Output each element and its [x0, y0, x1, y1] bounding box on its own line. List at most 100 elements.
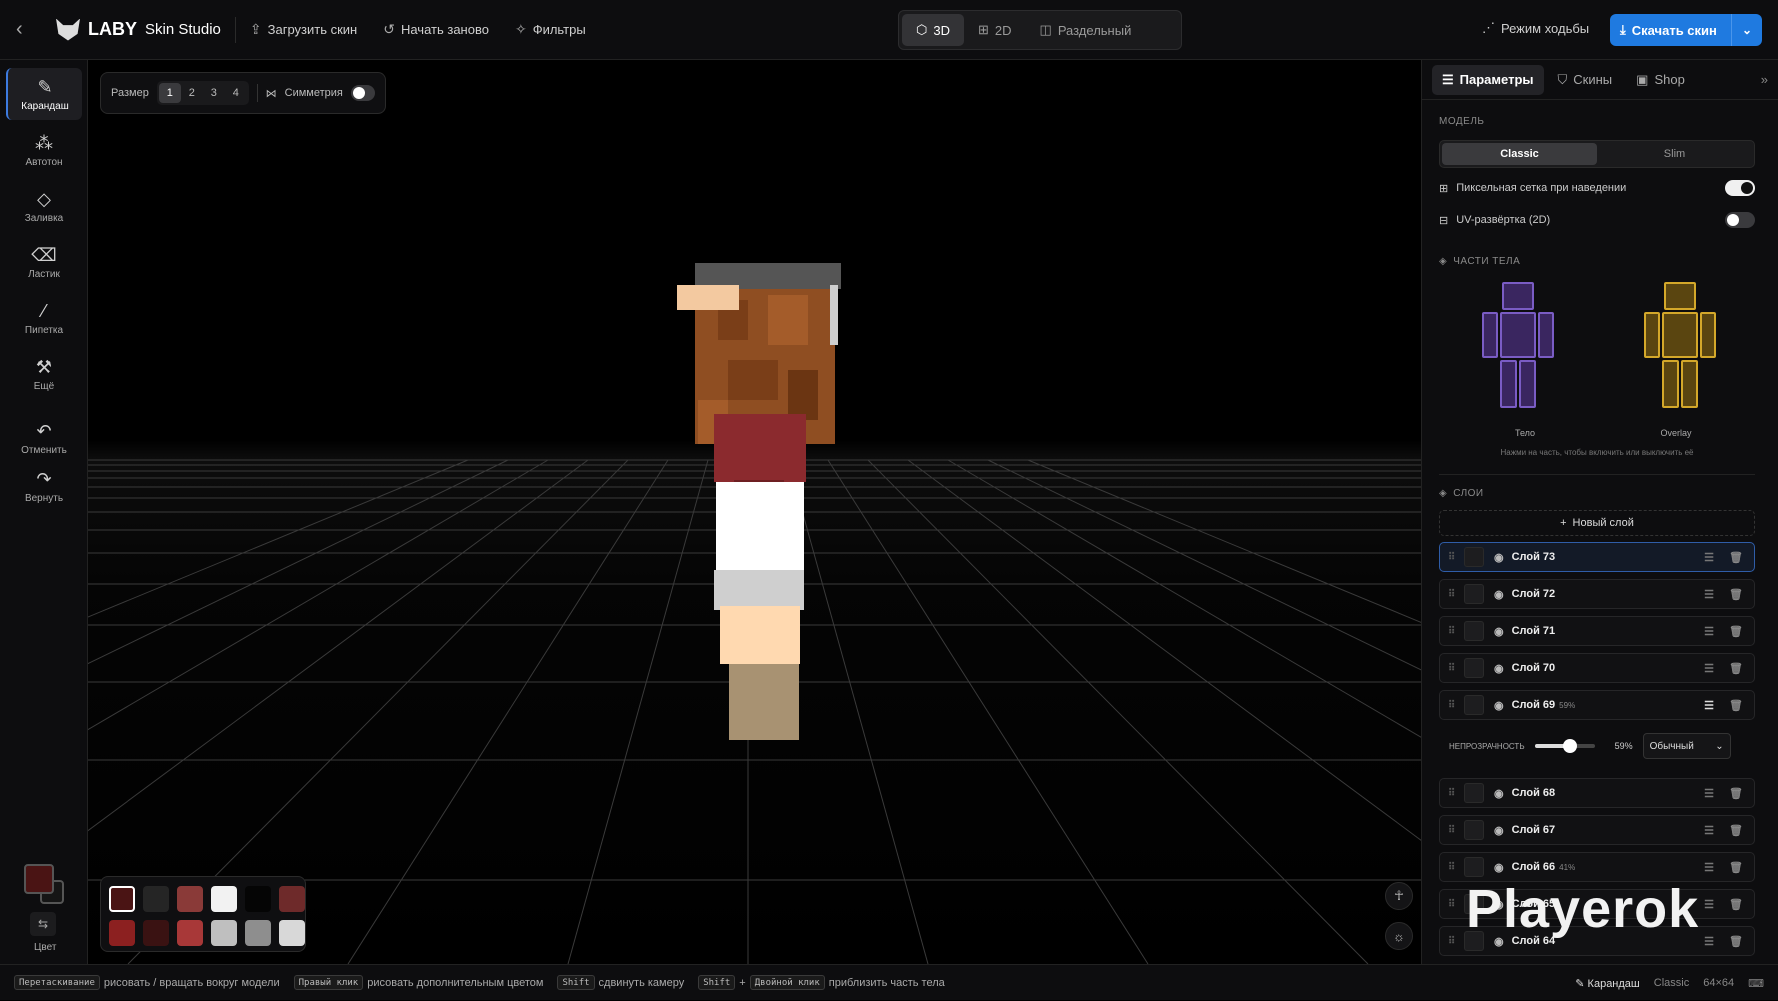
walk-mode-button[interactable]: ⋰ Режим ходьбы: [1482, 20, 1589, 36]
model-slim-option[interactable]: Slim: [1597, 143, 1752, 165]
palette-swatch[interactable]: [245, 886, 271, 912]
download-skin-button[interactable]: ⤓ Скачать скин ⌄: [1610, 14, 1762, 46]
eye-icon[interactable]: ◉: [1494, 588, 1504, 601]
layer-row[interactable]: ⠿ ◉ Слой 72 ☰ 🗑: [1439, 579, 1755, 609]
lighting-icon[interactable]: ☼: [1385, 922, 1413, 950]
pixel-grid-toggle[interactable]: [1725, 180, 1755, 196]
trash-icon[interactable]: 🗑: [1726, 898, 1746, 911]
palette-swatch[interactable]: [279, 920, 305, 946]
undo-button[interactable]: ↶ Отменить: [6, 416, 82, 460]
3d-viewport[interactable]: Размер 1 2 3 4 ⋈ Симметрия ☥ ☼: [88, 60, 1421, 964]
sliders-icon[interactable]: ☰: [1704, 588, 1714, 601]
view-2d-button[interactable]: ⊞ 2D: [964, 14, 1026, 46]
overlay-part-right-leg[interactable]: [1662, 360, 1679, 408]
upload-skin-button[interactable]: ⇪ Загрузить скин: [250, 21, 357, 38]
sliders-icon[interactable]: ☰: [1704, 824, 1714, 837]
model-classic-option[interactable]: Classic: [1442, 143, 1597, 165]
collapse-panel-icon[interactable]: »: [1761, 72, 1768, 87]
overlay-part-left-leg[interactable]: [1681, 360, 1698, 408]
tool-pencil[interactable]: ✎ Карандаш: [6, 68, 82, 120]
trash-icon[interactable]: 🗑: [1726, 551, 1746, 564]
body-figure[interactable]: [1474, 282, 1554, 422]
palette-swatch[interactable]: [109, 886, 135, 912]
chevron-down-icon[interactable]: ⌄: [1732, 23, 1762, 37]
trash-icon[interactable]: 🗑: [1726, 861, 1746, 874]
tool-autotone[interactable]: ⁂ Автотон: [6, 124, 82, 176]
tab-skins[interactable]: ⛉ Скины: [1548, 65, 1623, 95]
layer-row[interactable]: ⠿ ◉ Слой 73 ☰ 🗑: [1439, 542, 1755, 572]
palette-swatch[interactable]: [211, 886, 237, 912]
palette-swatch[interactable]: [279, 886, 305, 912]
trash-icon[interactable]: 🗑: [1726, 935, 1746, 948]
size-option-2[interactable]: 2: [181, 83, 203, 103]
drag-handle-icon[interactable]: ⠿: [1448, 663, 1462, 674]
palette-swatch[interactable]: [211, 920, 237, 946]
filters-button[interactable]: ✧ Фильтры: [515, 21, 586, 38]
eye-icon[interactable]: ◉: [1494, 824, 1504, 837]
size-option-4[interactable]: 4: [225, 83, 247, 103]
swap-colors-icon[interactable]: ⇆: [30, 912, 56, 936]
eye-icon[interactable]: ◉: [1494, 699, 1504, 712]
drag-handle-icon[interactable]: ⠿: [1448, 700, 1462, 711]
sliders-icon[interactable]: ☰: [1704, 935, 1714, 948]
view-3d-button[interactable]: ⬡ 3D: [902, 14, 964, 46]
trash-icon[interactable]: 🗑: [1726, 662, 1746, 675]
tool-fill[interactable]: ◇ Заливка: [6, 180, 82, 232]
drag-handle-icon[interactable]: ⠿: [1448, 862, 1462, 873]
eye-icon[interactable]: ◉: [1494, 662, 1504, 675]
drag-handle-icon[interactable]: ⠿: [1448, 825, 1462, 836]
sliders-icon[interactable]: ☰: [1704, 662, 1714, 675]
symmetry-toggle[interactable]: [350, 85, 375, 101]
overlay-part-right-arm[interactable]: [1644, 312, 1660, 358]
size-option-1[interactable]: 1: [158, 83, 181, 103]
body-part-head[interactable]: [1502, 282, 1534, 310]
overlay-part-torso[interactable]: [1662, 312, 1698, 358]
tab-shop[interactable]: ▣ Shop: [1626, 65, 1695, 95]
blend-mode-select[interactable]: Обычный ⌄: [1642, 733, 1731, 759]
trash-icon[interactable]: 🗑: [1726, 699, 1746, 712]
layer-row[interactable]: ⠿ ◉ Слой 67 ☰ 🗑: [1439, 815, 1755, 845]
body-part-right-arm[interactable]: [1482, 312, 1498, 358]
drag-handle-icon[interactable]: ⠿: [1448, 899, 1462, 910]
back-chevron-icon[interactable]: ‹: [16, 18, 46, 41]
uv-toggle[interactable]: [1725, 212, 1755, 228]
sliders-icon[interactable]: ☰: [1704, 861, 1714, 874]
trash-icon[interactable]: 🗑: [1726, 588, 1746, 601]
eye-icon[interactable]: ◉: [1494, 787, 1504, 800]
eye-icon[interactable]: ◉: [1494, 625, 1504, 638]
tool-eraser[interactable]: ⌫ Ластик: [6, 236, 82, 288]
trash-icon[interactable]: 🗑: [1726, 625, 1746, 638]
body-part-right-leg[interactable]: [1500, 360, 1517, 408]
body-part-torso[interactable]: [1500, 312, 1536, 358]
eye-icon[interactable]: ◉: [1494, 551, 1504, 564]
palette-swatch[interactable]: [177, 886, 203, 912]
opacity-slider[interactable]: [1534, 739, 1595, 753]
tab-parameters[interactable]: ☰ Параметры: [1432, 64, 1544, 95]
layer-row[interactable]: ⠿ ◉ Слой 69 59% ☰ 🗑: [1439, 690, 1755, 720]
layer-row[interactable]: ⠿ ◉ Слой 70 ☰ 🗑: [1439, 653, 1755, 683]
drag-handle-icon[interactable]: ⠿: [1448, 936, 1462, 947]
restart-button[interactable]: ↺ Начать заново: [383, 21, 489, 38]
palette-swatch[interactable]: [245, 920, 271, 946]
overlay-figure[interactable]: [1636, 282, 1716, 422]
layer-row[interactable]: ⠿ ◉ Слой 68 ☰ 🗑: [1439, 778, 1755, 808]
layer-row[interactable]: ⠿ ◉ Слой 71 ☰ 🗑: [1439, 616, 1755, 646]
overlay-part-left-arm[interactable]: [1700, 312, 1716, 358]
tool-eyedropper[interactable]: ⁄ Пипетка: [6, 292, 82, 344]
tool-more[interactable]: ⚒ Ещё: [6, 348, 82, 400]
trash-icon[interactable]: 🗑: [1726, 824, 1746, 837]
new-layer-button[interactable]: + Новый слой: [1439, 510, 1755, 536]
sliders-icon[interactable]: ☰: [1704, 787, 1714, 800]
body-part-left-leg[interactable]: [1519, 360, 1536, 408]
body-part-left-arm[interactable]: [1538, 312, 1554, 358]
palette-swatch[interactable]: [143, 920, 169, 946]
trash-icon[interactable]: 🗑: [1726, 787, 1746, 800]
primary-color-swatch[interactable]: [24, 864, 54, 894]
overlay-part-head[interactable]: [1664, 282, 1696, 310]
drag-handle-icon[interactable]: ⠿: [1448, 552, 1462, 563]
sliders-icon[interactable]: ☰: [1704, 625, 1714, 638]
eye-icon[interactable]: ◉: [1494, 861, 1504, 874]
sliders-icon[interactable]: ☰: [1704, 551, 1714, 564]
palette-swatch[interactable]: [143, 886, 169, 912]
palette-swatch[interactable]: [177, 920, 203, 946]
